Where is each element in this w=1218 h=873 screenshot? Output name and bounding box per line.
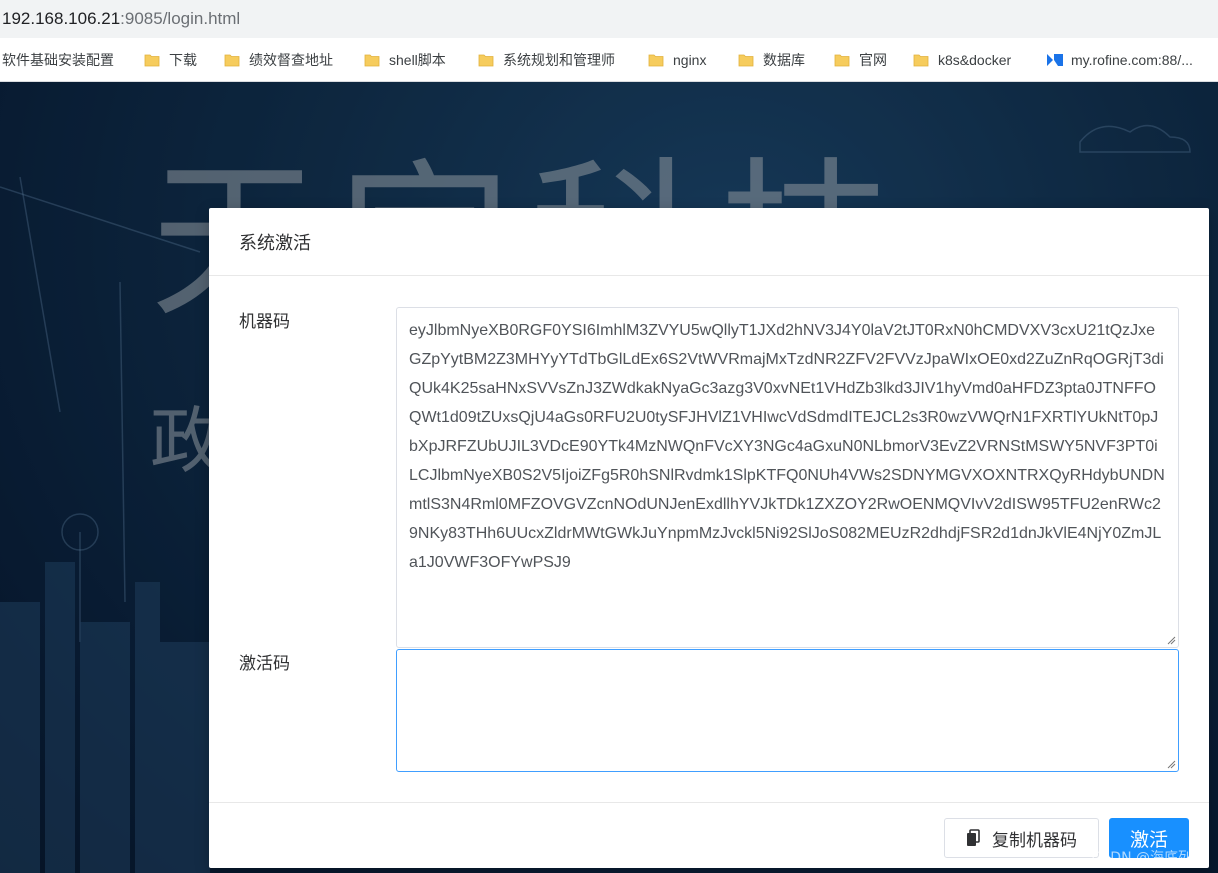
folder-icon [738, 52, 754, 68]
copy-machine-code-button[interactable]: 复制机器码 [944, 818, 1099, 858]
copy-button-label: 复制机器码 [992, 830, 1077, 851]
bookmark-label: 数据库 [763, 52, 805, 68]
bookmark-item[interactable]: 软件基础安装配置 [2, 49, 114, 71]
bookmark-item[interactable]: k8s&docker [913, 49, 1011, 71]
url-path: :9085/login.html [120, 9, 241, 28]
address-bar[interactable]: 192.168.106.21:9085/login.html [0, 0, 1218, 38]
bookmark-item[interactable]: 下载 [144, 49, 197, 71]
activation-dialog: 系统激活 机器码 eyJlbmNyeXB0RGF0YSI6ImhlM3ZVYU5… [209, 208, 1209, 868]
folder-icon [648, 52, 664, 68]
folder-icon [224, 52, 240, 68]
site-icon [1046, 52, 1063, 68]
url-text[interactable]: 192.168.106.21:9085/login.html [2, 8, 240, 30]
dialog-title: 系统激活 [239, 233, 311, 254]
bookmark-item[interactable]: 数据库 [738, 49, 805, 71]
bookmark-label: 下载 [169, 52, 197, 68]
bookmark-item[interactable]: nginx [648, 49, 706, 71]
folder-icon [478, 52, 494, 68]
folder-icon [144, 52, 160, 68]
bookmark-label: nginx [673, 52, 707, 68]
bookmarks-bar: 软件基础安装配置 下载 绩效督查地址 shell脚本 系统规划和管理师 ngin… [0, 38, 1218, 82]
bookmark-label: 绩效督查地址 [249, 52, 333, 68]
machine-code-textarea[interactable]: eyJlbmNyeXB0RGF0YSI6ImhlM3ZVYU5wQllyT1JX… [396, 307, 1179, 648]
folder-icon [834, 52, 850, 68]
bookmark-label: k8s&docker [938, 52, 1012, 68]
folder-icon [364, 52, 380, 68]
bookmark-item[interactable]: my.rofine.com:88/... [1046, 49, 1193, 71]
copy-icon [967, 829, 980, 846]
activation-code-label: 激活码 [239, 654, 290, 674]
machine-code-label: 机器码 [239, 312, 290, 332]
bookmark-label: shell脚本 [389, 52, 446, 68]
bookmark-item[interactable]: 系统规划和管理师 [478, 49, 615, 71]
bookmark-label: 官网 [859, 52, 887, 68]
dialog-footer: 复制机器码 激活 [209, 802, 1209, 868]
bookmark-label: my.rofine.com:88/... [1071, 52, 1193, 68]
activation-code-textarea[interactable] [396, 649, 1179, 772]
resize-handle-icon[interactable] [1166, 635, 1176, 645]
resize-handle-icon[interactable] [1166, 759, 1176, 769]
url-host: 192.168.106.21 [2, 9, 121, 28]
bookmark-item[interactable]: 绩效督查地址 [224, 49, 333, 71]
bookmark-item[interactable]: shell脚本 [364, 49, 446, 71]
machine-code-value: eyJlbmNyeXB0RGF0YSI6ImhlM3ZVYU5wQllyT1JX… [409, 322, 1165, 571]
folder-icon [913, 52, 929, 68]
bookmark-label: 系统规划和管理师 [503, 52, 615, 68]
bookmark-label: 软件基础安装配置 [2, 52, 114, 68]
watermark: CSDN @海底列车 [1091, 850, 1206, 866]
dialog-header: 系统激活 [209, 208, 1209, 276]
bookmark-item[interactable]: 官网 [834, 49, 887, 71]
